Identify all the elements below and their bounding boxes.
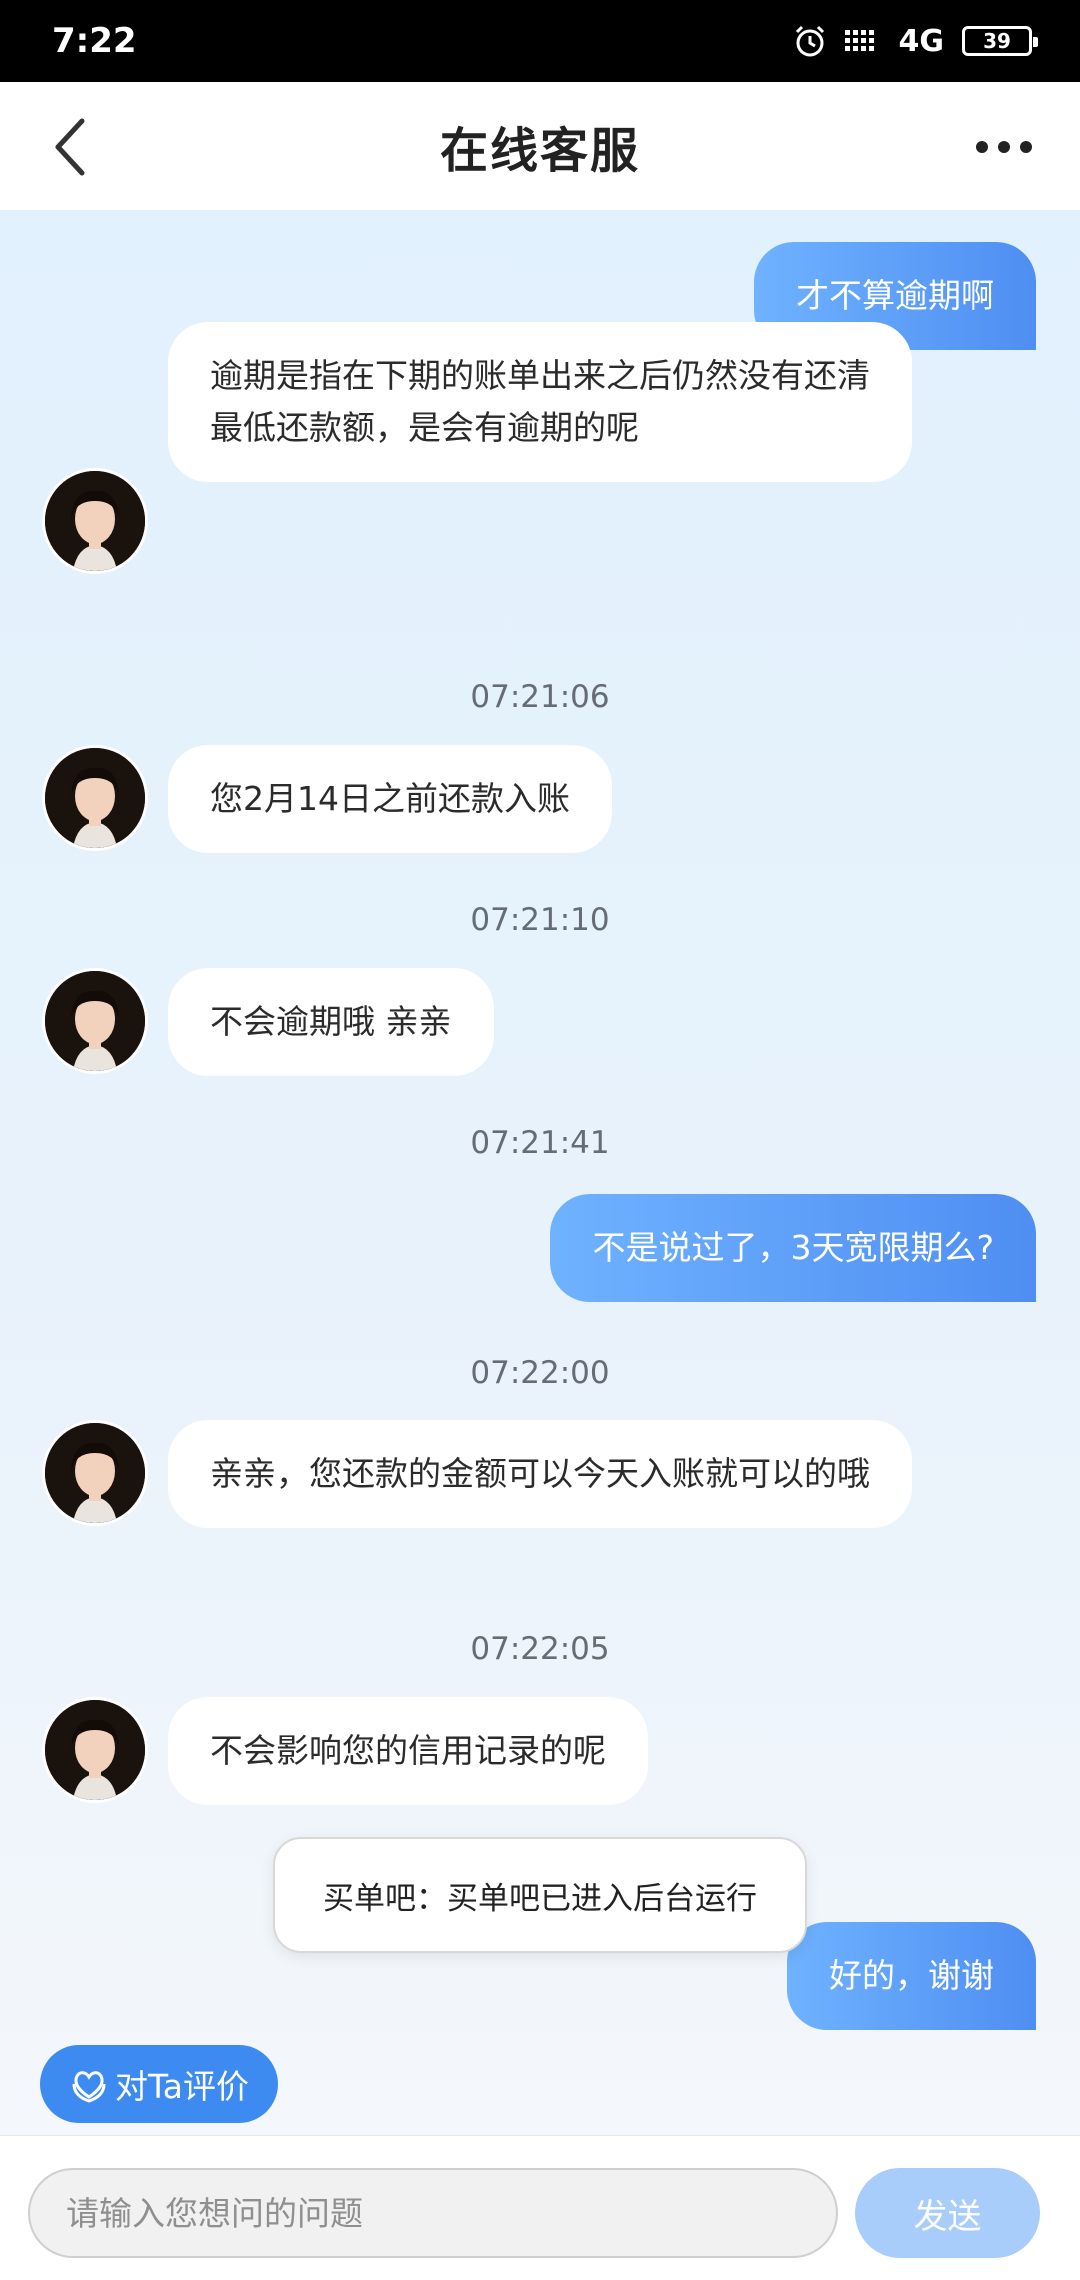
agent-avatar-image [45,748,145,848]
status-icons: 4G 39 [793,23,1038,59]
chevron-left-icon [55,118,85,176]
battery-icon: 39 [962,26,1038,56]
agent-avatar[interactable] [42,968,148,1074]
message-input[interactable] [28,2168,838,2258]
more-dots-icon [976,141,988,153]
message-timestamp: 07:22:05 [470,1631,610,1667]
incoming-message[interactable]: 逾期是指在下期的账单出来之后仍然没有还清最低还款额，是会有逾期的呢 [168,322,912,482]
outgoing-message[interactable]: 好的，谢谢 [787,1922,1036,2030]
status-bar: 7:22 4G 39 [0,0,1080,82]
page-title: 在线客服 [439,123,640,179]
incoming-message[interactable]: 您2月14日之前还款入账 [168,745,612,853]
outgoing-message[interactable]: 不是说过了，3天宽限期么? [550,1194,1036,1302]
agent-avatar[interactable] [42,468,148,574]
message-timestamp: 07:21:41 [470,1125,610,1161]
message-timestamp: 07:21:06 [470,679,610,715]
agent-avatar-image [45,971,145,1071]
agent-avatar-image [45,471,145,571]
incoming-message[interactable]: 不会逾期哦 亲亲 [168,968,494,1076]
heart-hands-icon [72,2071,106,2103]
signal-icon [844,28,881,54]
agent-avatar-image [45,1423,145,1523]
agent-avatar-image [45,1700,145,1800]
rate-agent-label: 对Ta评价 [115,2067,249,2106]
agent-avatar[interactable] [42,745,148,851]
app-header: 在线客服 [0,82,1080,210]
back-button[interactable] [40,112,100,182]
rate-agent-button[interactable]: 对Ta评价 [40,2045,278,2123]
battery-level: 39 [983,29,1011,53]
system-toast: 买单吧：买单吧已进入后台运行 [273,1837,807,1953]
more-button[interactable] [964,112,1044,182]
agent-avatar[interactable] [42,1420,148,1526]
incoming-message[interactable]: 不会影响您的信用记录的呢 [168,1697,648,1805]
send-button[interactable]: 发送 [855,2168,1040,2258]
message-timestamp: 07:22:00 [470,1355,610,1391]
incoming-message[interactable]: 亲亲，您还款的金额可以今天入账就可以的哦 [168,1420,912,1528]
chat-screen: 7:22 4G 39 在线客服 才不算逾期啊 逾期是指在下期的账单出来之后仍然没… [0,0,1080,2280]
agent-avatar[interactable] [42,1697,148,1803]
message-timestamp: 07:21:10 [470,902,610,938]
alarm-icon [793,24,827,58]
status-time: 7:22 [52,21,137,61]
network-type: 4G [898,23,945,59]
message-input-bar: 发送 [0,2135,1080,2280]
